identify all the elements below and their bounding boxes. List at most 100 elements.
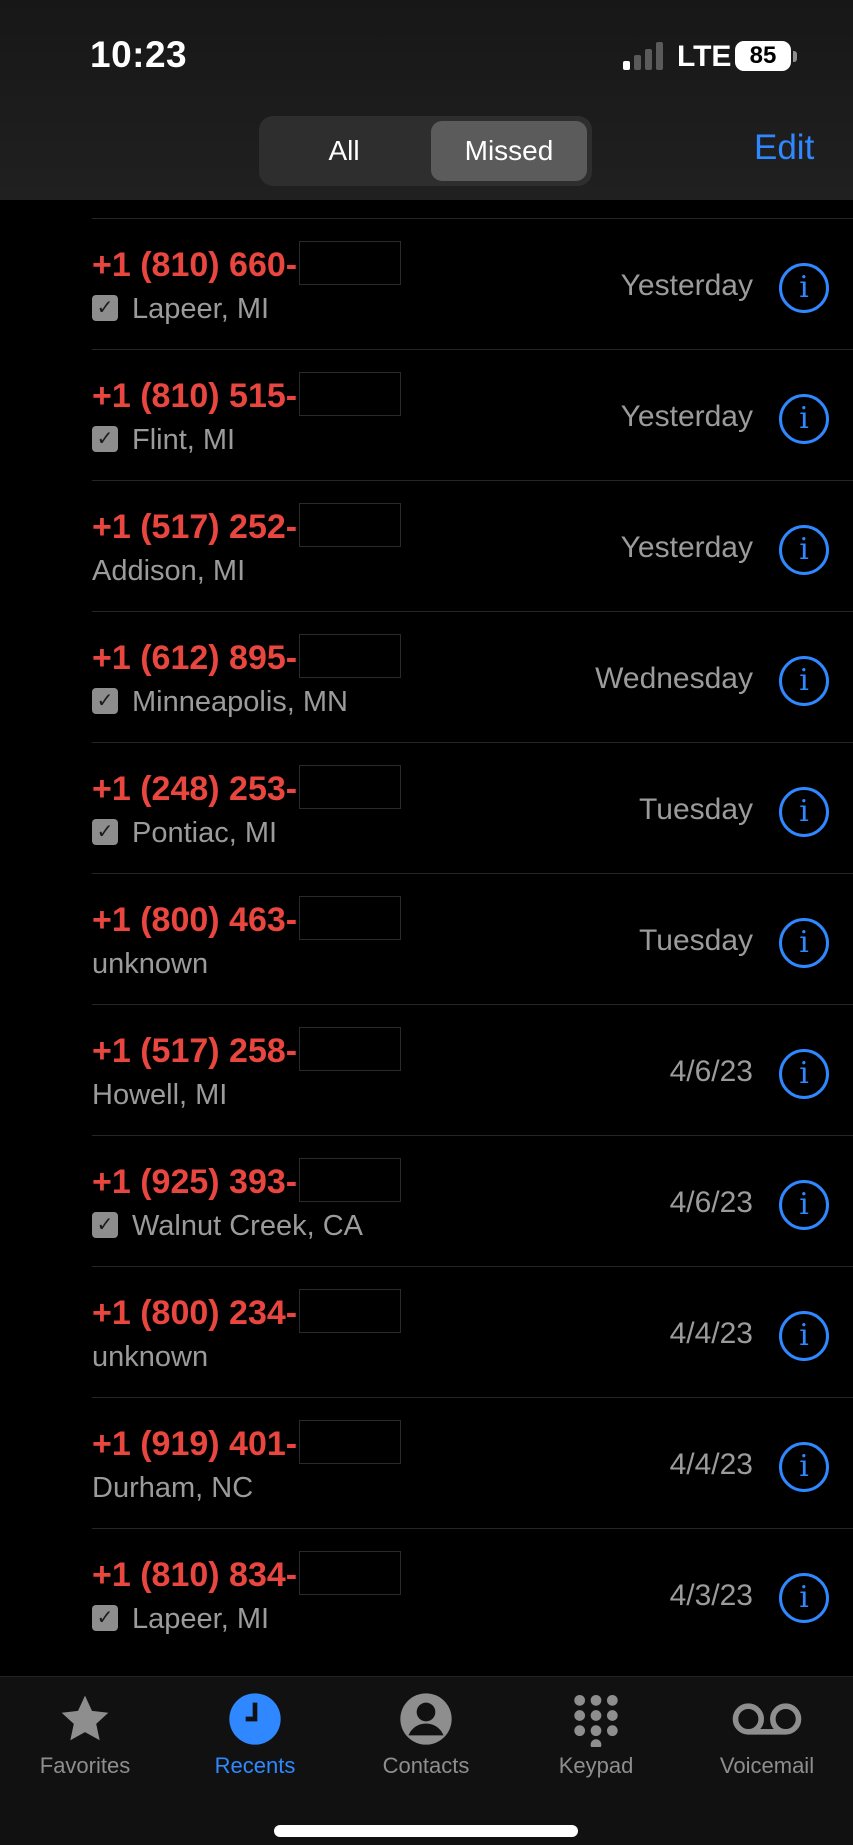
call-location: unknown xyxy=(92,948,208,981)
tab-bar: Favorites Recents Contacts Keypad Voicem… xyxy=(0,1676,853,1845)
call-location-text: Addison, MI xyxy=(92,555,246,587)
tab-recents[interactable]: Recents xyxy=(170,1677,340,1797)
edit-button[interactable]: Edit xyxy=(754,128,814,168)
call-location: Durham, NC xyxy=(92,1472,253,1505)
tab-voicemail[interactable]: Voicemail xyxy=(682,1677,852,1797)
call-location-text: unknown xyxy=(92,948,209,980)
battery-tip xyxy=(793,51,797,62)
call-number: +1 (248) 253- xyxy=(92,765,402,813)
tab-label: Keypad xyxy=(558,1753,634,1778)
call-number: +1 (810) 515- xyxy=(92,372,402,420)
tab-label: Voicemail xyxy=(719,1753,815,1778)
info-icon[interactable]: i xyxy=(779,1573,829,1623)
recents-list: +1 (810) 660- ✓ Lapeer, MI Yesterday i +1… xyxy=(0,218,853,1659)
redaction-box xyxy=(299,241,402,285)
call-row[interactable]: +1 (810) 515- ✓ Flint, MI Yesterday i xyxy=(92,349,853,480)
call-location-text: Pontiac, MI xyxy=(132,817,278,849)
info-icon[interactable]: i xyxy=(779,525,829,575)
redaction-box xyxy=(299,896,402,940)
call-number: +1 (517) 252- xyxy=(92,503,402,551)
call-row[interactable]: +1 (919) 401- Durham, NC 4/4/23 i xyxy=(92,1397,853,1528)
info-icon[interactable]: i xyxy=(779,1442,829,1492)
voicemail-icon xyxy=(729,1691,805,1752)
call-number: +1 (810) 660- xyxy=(92,241,402,289)
call-date: 4/6/23 xyxy=(669,1055,753,1088)
call-location: Howell, MI xyxy=(92,1079,227,1112)
call-row[interactable]: +1 (800) 234- unknown 4/4/23 i xyxy=(92,1266,853,1397)
call-number-text: +1 (810) 834- xyxy=(92,1555,298,1594)
call-number-text: +1 (248) 253- xyxy=(92,769,298,808)
call-location-text: Howell, MI xyxy=(92,1079,228,1111)
tab-label: Favorites xyxy=(39,1753,131,1778)
call-number: +1 (810) 834- xyxy=(92,1551,402,1599)
call-location: ✓ Minneapolis, MN xyxy=(92,686,348,719)
call-date: 4/6/23 xyxy=(669,1186,753,1219)
call-row[interactable]: +1 (248) 253- ✓ Pontiac, MI Tuesday i xyxy=(92,742,853,873)
tab-keypad[interactable]: Keypad xyxy=(511,1677,681,1797)
status-time: 10:23 xyxy=(90,34,188,75)
call-number-text: +1 (925) 393- xyxy=(92,1162,298,1201)
network-label: LTE xyxy=(677,40,732,73)
call-location: Addison, MI xyxy=(92,555,245,588)
call-date: Yesterday xyxy=(620,400,753,433)
verified-check-icon: ✓ xyxy=(92,688,118,715)
segmented-control: All Missed xyxy=(259,116,592,186)
verified-check-icon: ✓ xyxy=(92,1605,118,1632)
call-location: unknown xyxy=(92,1341,208,1374)
call-number: +1 (800) 234- xyxy=(92,1289,402,1337)
signal-icon xyxy=(623,42,667,70)
tab-contacts[interactable]: Contacts xyxy=(341,1677,511,1797)
info-icon[interactable]: i xyxy=(779,263,829,313)
call-location: ✓ Lapeer, MI xyxy=(92,1603,269,1636)
segment-missed[interactable]: Missed xyxy=(431,121,587,181)
call-row[interactable]: +1 (517) 252- Addison, MI Yesterday i xyxy=(92,480,853,611)
call-row[interactable]: +1 (810) 660- ✓ Lapeer, MI Yesterday i xyxy=(92,218,853,349)
info-icon[interactable]: i xyxy=(779,1049,829,1099)
call-location: ✓ Lapeer, MI xyxy=(92,293,269,326)
info-icon[interactable]: i xyxy=(779,1311,829,1361)
call-date: 4/4/23 xyxy=(669,1317,753,1350)
call-location-text: Lapeer, MI xyxy=(132,1603,270,1635)
call-number-text: +1 (800) 234- xyxy=(92,1293,298,1332)
info-icon[interactable]: i xyxy=(779,1180,829,1230)
call-location-text: unknown xyxy=(92,1341,209,1373)
call-row[interactable]: +1 (517) 258- Howell, MI 4/6/23 i xyxy=(92,1004,853,1135)
call-row[interactable]: +1 (810) 834- ✓ Lapeer, MI 4/3/23 i xyxy=(92,1528,853,1659)
home-indicator[interactable] xyxy=(274,1825,578,1837)
call-location-text: Minneapolis, MN xyxy=(132,686,348,718)
redaction-box xyxy=(299,1551,402,1595)
call-number-text: +1 (612) 895- xyxy=(92,638,298,677)
call-number-text: +1 (810) 660- xyxy=(92,245,298,284)
info-icon[interactable]: i xyxy=(779,394,829,444)
call-row[interactable]: +1 (925) 393- ✓ Walnut Creek, CA 4/6/23 i xyxy=(92,1135,853,1266)
call-location: ✓ Walnut Creek, CA xyxy=(92,1210,363,1243)
call-date: Yesterday xyxy=(620,269,753,302)
info-icon[interactable]: i xyxy=(779,787,829,837)
redaction-box xyxy=(299,1027,402,1071)
call-row[interactable]: +1 (800) 463- unknown Tuesday i xyxy=(92,873,853,1004)
verified-check-icon: ✓ xyxy=(92,819,118,846)
tab-favorites[interactable]: Favorites xyxy=(0,1677,170,1797)
battery-icon: 85 xyxy=(735,41,791,71)
segment-all[interactable]: All xyxy=(264,121,424,181)
call-location: ✓ Pontiac, MI xyxy=(92,817,277,850)
person-icon xyxy=(398,1691,454,1752)
call-number: +1 (612) 895- xyxy=(92,634,402,682)
redaction-box xyxy=(299,1420,402,1464)
call-location-text: Walnut Creek, CA xyxy=(132,1210,363,1242)
call-date: Wednesday xyxy=(595,662,753,695)
redaction-box xyxy=(299,372,402,416)
call-number-text: +1 (517) 252- xyxy=(92,507,298,546)
call-number: +1 (925) 393- xyxy=(92,1158,402,1206)
info-icon[interactable]: i xyxy=(779,918,829,968)
info-icon[interactable]: i xyxy=(779,656,829,706)
keypad-icon xyxy=(568,1691,624,1752)
verified-check-icon: ✓ xyxy=(92,426,118,453)
tab-label: Recents xyxy=(214,1753,296,1778)
verified-check-icon: ✓ xyxy=(92,295,118,322)
clock-icon xyxy=(227,1691,283,1752)
call-location-text: Durham, NC xyxy=(92,1472,254,1504)
call-row[interactable]: +1 (612) 895- ✓ Minneapolis, MN Wednesday… xyxy=(92,611,853,742)
call-number: +1 (919) 401- xyxy=(92,1420,402,1468)
tab-label: Contacts xyxy=(382,1753,470,1778)
